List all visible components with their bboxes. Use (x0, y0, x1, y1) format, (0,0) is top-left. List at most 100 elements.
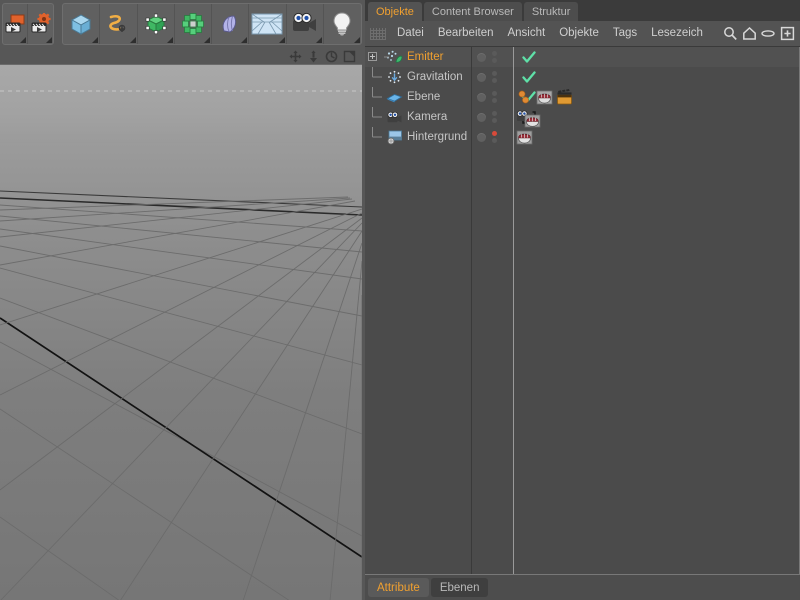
column-separator[interactable] (471, 47, 472, 576)
object-manager-menu-icons (720, 21, 796, 46)
viewport-grid (0, 65, 362, 600)
green-check-icon[interactable] (518, 47, 540, 67)
enable-dots[interactable] (492, 111, 497, 123)
viewport-3d[interactable] (0, 64, 362, 600)
maximize-view-icon[interactable] (341, 49, 357, 63)
green-check-icon[interactable] (518, 67, 540, 87)
menu-lesezeichen[interactable]: Lesezeich (644, 21, 710, 46)
spline-corner-icon (130, 37, 136, 43)
search-icon[interactable] (721, 25, 739, 43)
column-separator[interactable] (513, 47, 514, 576)
render-view-button[interactable] (3, 4, 28, 44)
visibility-dot[interactable] (477, 93, 486, 102)
object-tags[interactable] (515, 107, 543, 127)
table-row[interactable]: Hintergrund (365, 127, 800, 147)
table-row[interactable]: Kamera (365, 107, 800, 127)
tab-objekte[interactable]: Objekte (368, 2, 422, 21)
render-visibility-dot[interactable] (492, 98, 497, 103)
enable-dots[interactable] (492, 91, 497, 103)
nurbs-corner-icon (167, 37, 173, 43)
floor-button[interactable] (249, 4, 286, 44)
array-button[interactable] (175, 4, 212, 44)
visibility-dots[interactable] (477, 67, 497, 87)
object-tags[interactable] (515, 87, 575, 107)
object-label: Ebene (407, 91, 440, 103)
menu-bearbeiten[interactable]: Bearbeiten (431, 21, 501, 46)
zoom-view-icon[interactable] (305, 49, 321, 63)
cube-primitive-button[interactable] (63, 4, 100, 44)
cinema4d-window: Objekte Content Browser Struktur Datei B… (0, 0, 800, 600)
visibility-dot[interactable] (477, 133, 486, 142)
visibility-dots[interactable] (477, 87, 497, 107)
visibility-dot[interactable] (477, 53, 486, 62)
eye-icon[interactable] (759, 25, 777, 43)
tab-content-browser[interactable]: Content Browser (424, 2, 522, 21)
object-row-name: Gravitation (365, 67, 463, 87)
editor-visibility-dot[interactable] (492, 71, 497, 76)
texture-tag[interactable] (535, 88, 553, 106)
render-tag[interactable] (555, 88, 573, 106)
panel-tabstrip: Objekte Content Browser Struktur (365, 0, 800, 21)
render-visibility-dot[interactable] (492, 58, 497, 63)
floor-corner-icon (279, 37, 285, 43)
home-icon[interactable] (740, 25, 758, 43)
bottom-tab-attribute-label: Attribute (377, 582, 420, 594)
bend-deformer-button[interactable] (212, 4, 249, 44)
visibility-dots[interactable] (477, 127, 497, 147)
rotate-view-icon[interactable] (323, 49, 339, 63)
object-row-name: Kamera (365, 107, 447, 127)
nurbs-button[interactable] (138, 4, 175, 44)
viewport-navbar (0, 48, 365, 64)
enable-dots[interactable] (492, 71, 497, 83)
bend-deformer-corner-icon (241, 37, 247, 43)
visibility-dots[interactable] (477, 107, 497, 127)
object-label: Gravitation (407, 71, 463, 83)
spline-button[interactable] (100, 4, 137, 44)
plus-box-icon[interactable] (778, 25, 796, 43)
light-button[interactable] (324, 4, 361, 44)
editor-visibility-dot[interactable] (492, 51, 497, 56)
tree-line (365, 127, 389, 147)
move-view-icon[interactable] (287, 49, 303, 63)
render-visibility-dot[interactable] (492, 138, 497, 143)
tab-objekte-label: Objekte (376, 6, 414, 18)
table-row[interactable]: Gravitation (365, 67, 800, 87)
editor-visibility-dot[interactable] (492, 91, 497, 96)
viewport-panel (0, 48, 365, 600)
render-visibility-dot[interactable] (492, 118, 497, 123)
main-toolbar (0, 0, 365, 48)
tab-struktur-label: Struktur (532, 6, 571, 18)
tab-content-browser-label: Content Browser (432, 6, 514, 18)
menu-datei[interactable]: Datei (390, 21, 431, 46)
camera-corner-icon (316, 37, 322, 43)
menu-objekte[interactable]: Objekte (552, 21, 606, 46)
enable-dots[interactable] (492, 131, 497, 143)
expand-toggle-emitter[interactable] (368, 52, 377, 61)
visibility-dots[interactable] (477, 47, 497, 67)
object-tags[interactable] (515, 127, 535, 147)
menu-tags[interactable]: Tags (606, 21, 644, 46)
object-row-name: Emitter (365, 47, 443, 67)
camera-button[interactable] (287, 4, 324, 44)
render-visibility-dot[interactable] (492, 78, 497, 83)
visibility-dot[interactable] (477, 73, 486, 82)
light-corner-icon (354, 37, 360, 43)
material-tag[interactable] (515, 88, 533, 106)
editor-visibility-dot[interactable] (492, 131, 497, 136)
table-row[interactable]: Emitter (365, 47, 800, 67)
panel-grip-icon[interactable] (370, 28, 386, 40)
table-row[interactable]: Ebene (365, 87, 800, 107)
texture-tag[interactable] (515, 128, 533, 146)
enable-dots[interactable] (492, 51, 497, 63)
menu-ansicht[interactable]: Ansicht (500, 21, 552, 46)
object-manager-menubar: Datei Bearbeiten Ansicht Objekte Tags Le… (365, 21, 800, 46)
toolbar-group-objects (62, 3, 362, 45)
render-settings-button[interactable] (28, 4, 53, 44)
tab-struktur[interactable]: Struktur (524, 2, 579, 21)
bottom-tab-attribute[interactable]: Attribute (368, 578, 429, 597)
bottom-tab-ebenen-label: Ebenen (440, 582, 480, 594)
bottom-tab-ebenen[interactable]: Ebenen (431, 578, 489, 597)
visibility-dot[interactable] (477, 113, 486, 122)
object-manager-tree[interactable]: Emitter (365, 46, 800, 575)
editor-visibility-dot[interactable] (492, 111, 497, 116)
